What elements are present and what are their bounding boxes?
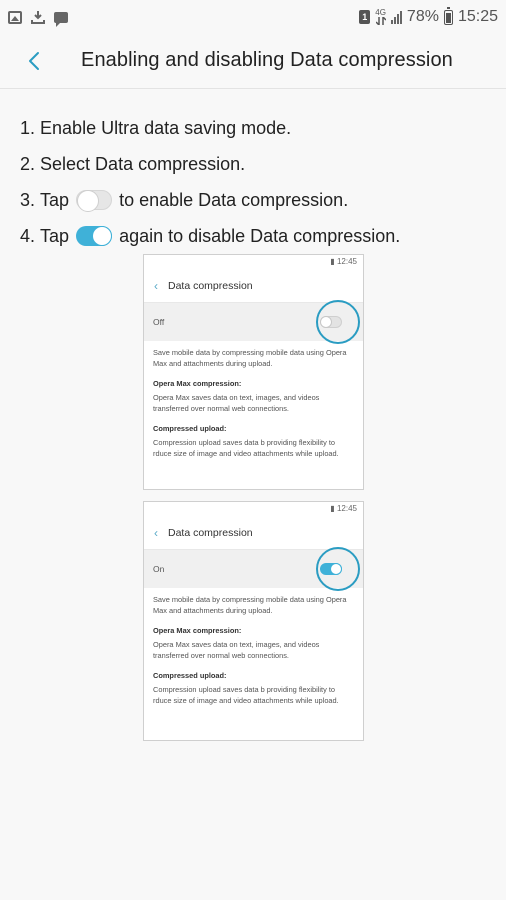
step-number: 3. [20, 189, 36, 210]
mock-section-title: Opera Max compression: [153, 379, 242, 388]
toggle-off-icon [76, 190, 113, 212]
app-header: Enabling and disabling Data compression [0, 34, 506, 88]
step-3: 3. Tap to enable Data compression. [20, 182, 500, 218]
step-text: Enable Ultra data saving mode. [40, 117, 292, 138]
mock-status-bar: ▮ 12:45 [330, 257, 357, 266]
image-icon [8, 10, 22, 24]
clock: 15:25 [457, 8, 498, 25]
chevron-left-icon: ‹ [154, 525, 158, 540]
example-screenshot-on: ▮ 12:45 ‹ Data compression On Save mobil… [143, 501, 364, 741]
status-notifications [8, 10, 68, 27]
highlight-circle [316, 300, 360, 344]
instruction-steps: 1. Enable Ultra data saving mode. 2. Sel… [20, 110, 500, 254]
mock-title: Data compression [168, 279, 253, 292]
mock-section-text: Compression upload saves data b providin… [153, 685, 339, 705]
sim-icon: 1 [359, 10, 371, 24]
header-divider [0, 88, 506, 89]
highlight-circle [316, 547, 360, 591]
step-prefix: Tap [40, 189, 70, 210]
chevron-left-icon: ‹ [154, 278, 158, 293]
step-4: 4. Tap again to disable Data compression… [20, 218, 500, 254]
mock-time: 12:45 [336, 257, 357, 266]
mock-toggle-row: On [144, 547, 363, 591]
step-2: 2. Select Data compression. [20, 146, 500, 182]
mock-header: ‹ Data compression [144, 269, 363, 303]
back-button[interactable] [22, 48, 48, 74]
step-number: 4. [20, 225, 36, 246]
network-icon: 4G [375, 9, 386, 25]
mock-state-label: On [153, 564, 165, 574]
mock-description: Save mobile data by compressing mobile d… [144, 588, 363, 706]
chevron-left-icon [29, 52, 39, 70]
mock-section-text: Opera Max saves data on text, images, an… [153, 640, 320, 660]
mock-state-label: Off [153, 317, 165, 327]
mock-section-title: Compressed upload: [153, 424, 227, 433]
step-number: 2. [20, 153, 36, 174]
mock-time: 12:45 [336, 504, 357, 513]
mock-description-text: Save mobile data by compressing mobile d… [153, 595, 347, 615]
example-screenshot-off: ▮ 12:45 ‹ Data compression Off Save mobi… [143, 254, 364, 490]
step-prefix: Tap [40, 225, 70, 246]
step-1: 1. Enable Ultra data saving mode. [20, 110, 500, 146]
message-icon [54, 11, 68, 27]
mock-description-text: Save mobile data by compressing mobile d… [153, 348, 347, 368]
mock-header: ‹ Data compression [144, 516, 363, 550]
mock-section-text: Opera Max saves data on text, images, an… [153, 393, 320, 413]
mock-section-title: Opera Max compression: [153, 626, 242, 635]
battery-icon [443, 6, 453, 25]
mock-section-text: Compression upload saves data b providin… [153, 438, 339, 458]
mock-toggle-row: Off [144, 300, 363, 344]
step-number: 1. [20, 117, 36, 138]
status-bar: 1 4G 78% 15:25 [0, 0, 506, 34]
page-title: Enabling and disabling Data compression [81, 49, 453, 71]
step-text: Select Data compression. [40, 153, 246, 174]
mock-title: Data compression [168, 526, 253, 539]
signal-icon [390, 10, 402, 24]
step-text: to enable Data compression. [119, 189, 349, 210]
step-text: again to disable Data compression. [119, 225, 401, 246]
mock-section-title: Compressed upload: [153, 671, 227, 680]
network-label: 4G [375, 8, 386, 17]
toggle-on-icon [76, 226, 113, 246]
battery-percent: 78% [406, 8, 439, 25]
mock-description: Save mobile data by compressing mobile d… [144, 341, 363, 459]
status-system: 1 4G 78% 15:25 [359, 6, 498, 26]
mock-status-bar: ▮ 12:45 [330, 504, 357, 513]
download-icon [31, 11, 45, 24]
